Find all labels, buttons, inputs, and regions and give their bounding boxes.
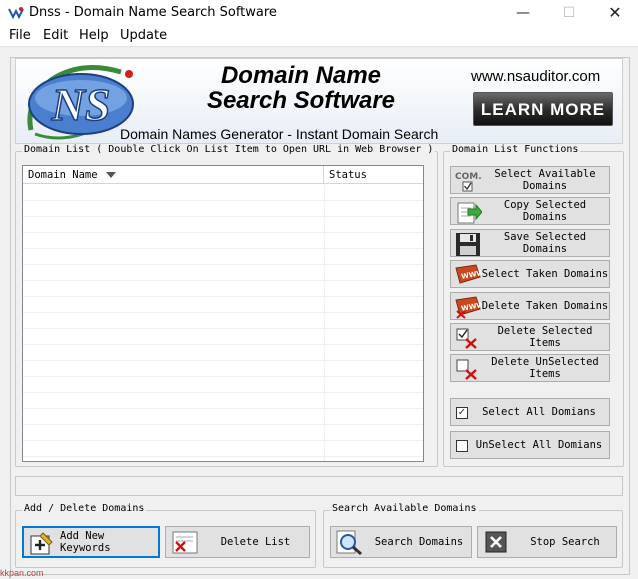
maximize-button[interactable]: ☐ bbox=[546, 0, 592, 26]
column-divider bbox=[324, 185, 325, 461]
delete-list-label: Delete List bbox=[220, 536, 291, 548]
svg-text:COM.: COM. bbox=[455, 172, 482, 182]
stop-search-label: Stop Search bbox=[530, 536, 600, 548]
list-header: Domain Name Status bbox=[23, 166, 423, 184]
search-domains-button[interactable]: Search Domains bbox=[330, 526, 472, 558]
www-tag-icon: WWW bbox=[455, 264, 482, 284]
checked-checkbox-icon: ✓ bbox=[456, 407, 468, 419]
copy-selected-domains-label: Copy Selected Domains bbox=[503, 199, 587, 223]
select-taken-domains-button[interactable]: WWW Select Taken Domains bbox=[450, 260, 610, 288]
select-all-domains-button[interactable]: ✓ Select All Domians bbox=[450, 398, 610, 426]
delete-selected-items-label: Delete Selected Items bbox=[497, 325, 593, 349]
unselect-all-domains-button[interactable]: UnSelect All Domians bbox=[450, 431, 610, 459]
column-domain-name-label: Domain Name bbox=[28, 169, 98, 181]
banner-title-line1: Domain Name bbox=[220, 62, 382, 89]
column-status-label: Status bbox=[329, 169, 367, 181]
add-new-keywords-button[interactable]: Add New Keywords bbox=[22, 526, 160, 558]
column-status[interactable]: Status bbox=[324, 166, 423, 184]
watermark: kkpan.com bbox=[0, 568, 44, 578]
copy-document-icon bbox=[457, 202, 482, 224]
domain-list-view[interactable]: Domain Name Status bbox=[22, 165, 424, 462]
select-available-domains-label: Select Available Domains bbox=[494, 168, 596, 192]
delete-taken-domains-button[interactable]: WWW Delete Taken Domains bbox=[450, 292, 610, 320]
list-rows[interactable] bbox=[23, 185, 423, 461]
checked-delete-icon bbox=[456, 328, 477, 349]
save-selected-domains-button[interactable]: Save Selected Domains bbox=[450, 229, 610, 257]
unselect-all-domains-label: UnSelect All Domians bbox=[475, 439, 603, 451]
minimize-button[interactable]: — bbox=[500, 0, 546, 26]
www-delete-icon: WWW bbox=[455, 296, 482, 319]
window-title: Dnss - Domain Name Search Software bbox=[29, 5, 277, 20]
column-domain-name[interactable]: Domain Name bbox=[23, 166, 324, 184]
banner-title: Domain Name Search Software bbox=[181, 63, 421, 113]
add-document-icon bbox=[30, 532, 53, 555]
banner[interactable]: NS Domain Name Search Software Domain Na… bbox=[15, 58, 623, 144]
delete-unselected-items-label: Delete UnSelected Items bbox=[491, 356, 599, 380]
menu-help[interactable]: Help bbox=[79, 28, 109, 43]
stop-search-button[interactable]: Stop Search bbox=[477, 526, 617, 558]
magnifier-icon bbox=[336, 530, 362, 555]
add-delete-group-label: Add / Delete Domains bbox=[22, 503, 147, 514]
com-checkbox-icon: COM. bbox=[455, 172, 482, 192]
status-bar bbox=[15, 476, 623, 496]
menu-file[interactable]: File bbox=[9, 28, 31, 43]
learn-more-button[interactable]: LEARN MORE bbox=[473, 92, 613, 126]
select-all-domains-label: Select All Domians bbox=[482, 406, 596, 418]
banner-title-line2: Search Software bbox=[206, 87, 396, 114]
add-new-keywords-label: Add New Keywords bbox=[60, 530, 111, 554]
floppy-disk-icon bbox=[456, 233, 480, 256]
menu-bar: File Edit Help Update bbox=[0, 26, 638, 46]
search-group-label: Search Available Domains bbox=[330, 503, 479, 514]
banner-subtitle: Domain Names Generator - Instant Domain … bbox=[120, 126, 439, 142]
unchecked-delete-icon bbox=[456, 359, 477, 380]
domain-list-group-label: Domain List ( Double Click On List Item … bbox=[22, 144, 436, 155]
copy-selected-domains-button[interactable]: Copy Selected Domains bbox=[450, 197, 610, 225]
logo-text: NS bbox=[51, 79, 111, 130]
select-available-domains-button[interactable]: COM. Select Available Domains bbox=[450, 166, 610, 194]
functions-group-label: Domain List Functions bbox=[450, 144, 581, 155]
search-domains-label: Search Domains bbox=[374, 536, 464, 548]
menu-update[interactable]: Update bbox=[120, 28, 167, 43]
stop-icon bbox=[485, 531, 507, 553]
menu-edit[interactable]: Edit bbox=[43, 28, 68, 43]
title-bar: Dnss - Domain Name Search Software — ☐ ✕ bbox=[0, 0, 638, 26]
banner-url[interactable]: www.nsauditor.com bbox=[471, 68, 600, 85]
delete-taken-domains-label: Delete Taken Domains bbox=[481, 300, 609, 312]
delete-list-icon bbox=[172, 531, 198, 554]
close-button[interactable]: ✕ bbox=[592, 0, 638, 26]
save-selected-domains-label: Save Selected Domains bbox=[503, 231, 587, 255]
unchecked-checkbox-icon bbox=[456, 440, 468, 452]
sort-down-icon bbox=[105, 172, 116, 178]
delete-selected-items-button[interactable]: Delete Selected Items bbox=[450, 323, 610, 351]
select-taken-domains-label: Select Taken Domains bbox=[481, 268, 609, 280]
delete-list-button[interactable]: Delete List bbox=[165, 526, 310, 558]
app-icon bbox=[8, 7, 24, 20]
delete-unselected-items-button[interactable]: Delete UnSelected Items bbox=[450, 354, 610, 382]
